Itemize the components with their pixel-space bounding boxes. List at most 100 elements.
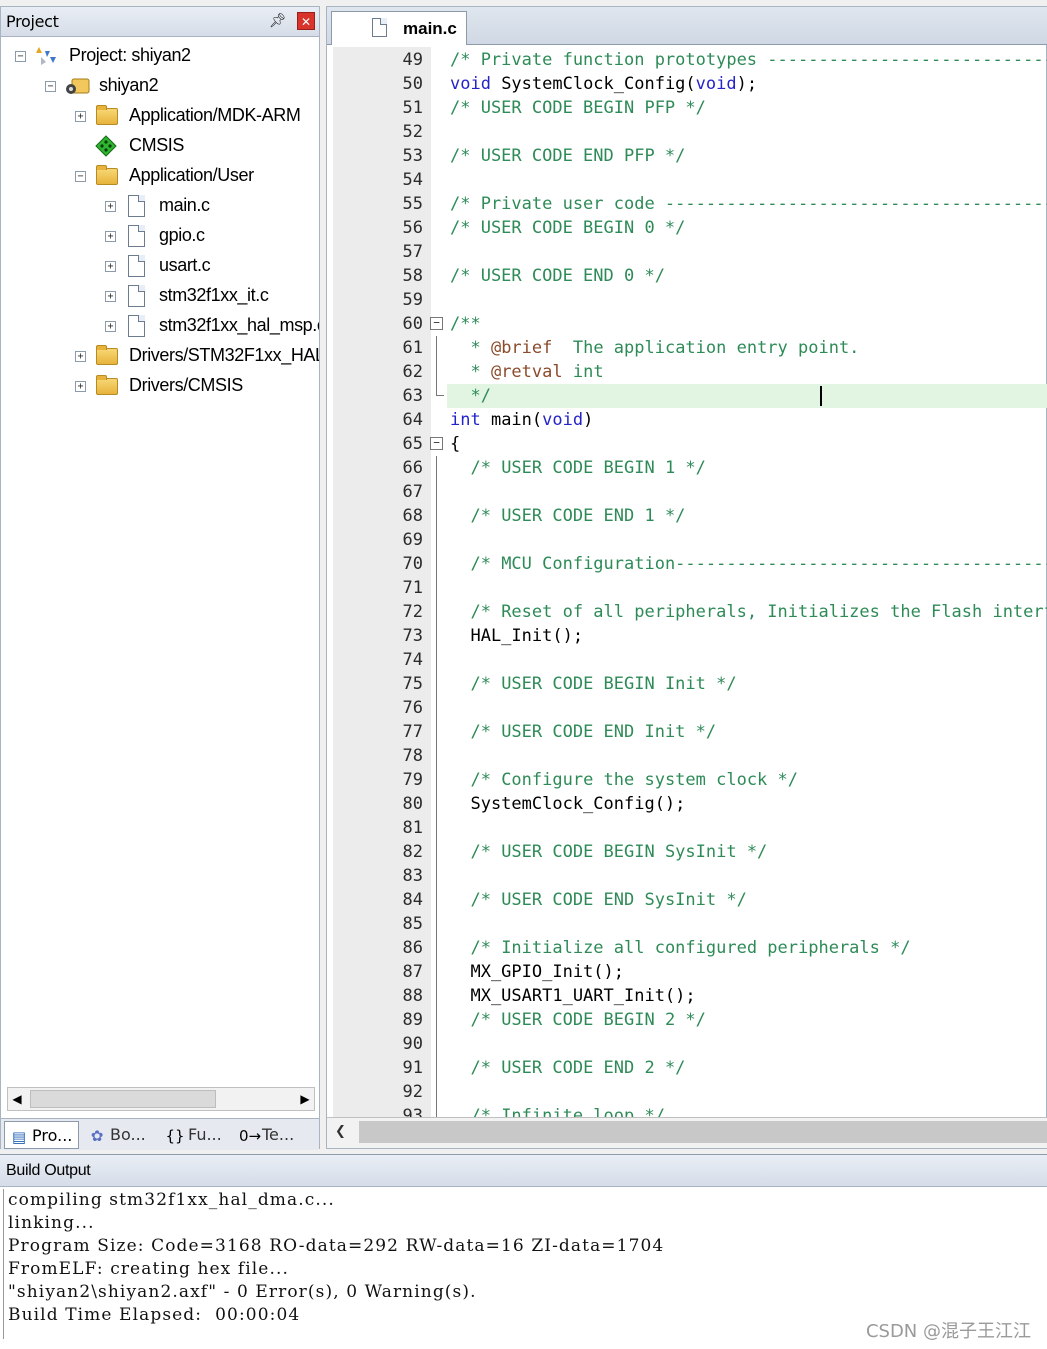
code-line[interactable]: 59 xyxy=(327,288,1047,312)
code-line[interactable]: 80 SystemClock_Config(); xyxy=(327,792,1047,816)
code-line[interactable]: 66 /* USER CODE BEGIN 1 */ xyxy=(327,456,1047,480)
code-line[interactable]: 62 * @retval int xyxy=(327,360,1047,384)
expand-icon[interactable]: + xyxy=(105,201,116,212)
expand-icon[interactable]: + xyxy=(75,111,86,122)
code-line[interactable]: 57 xyxy=(327,240,1047,264)
expand-icon[interactable]: + xyxy=(105,261,116,272)
code-text: { xyxy=(450,434,461,454)
tree-item[interactable]: + Drivers/CMSIS xyxy=(1,372,319,402)
scroll-right-arrow-icon[interactable]: ▶ xyxy=(296,1088,314,1110)
expand-icon[interactable]: + xyxy=(75,381,86,392)
fold-collapse-icon[interactable]: − xyxy=(430,317,443,330)
code-line[interactable]: 77 /* USER CODE END Init */ xyxy=(327,720,1047,744)
editor-scroll-thumb[interactable] xyxy=(359,1121,1047,1143)
pin-icon[interactable]: 📌︎ xyxy=(269,13,287,29)
tree-item[interactable]: + Drivers/STM32F1xx_HAL_Driver xyxy=(1,342,319,372)
tree-item[interactable]: − Application/User xyxy=(1,162,319,192)
line-number: 58 xyxy=(402,266,423,286)
tree-item-label: gpio.c xyxy=(159,225,205,245)
code-line[interactable]: 74 xyxy=(327,648,1047,672)
code-line[interactable]: 84 /* USER CODE END SysInit */ xyxy=(327,888,1047,912)
code-line[interactable]: 70 /* MCU Configuration-----------------… xyxy=(327,552,1047,576)
expand-icon[interactable]: + xyxy=(105,291,116,302)
code-line[interactable]: 51 /* USER CODE BEGIN PFP */ xyxy=(327,96,1047,120)
code-text: /* USER CODE BEGIN 0 */ xyxy=(450,218,686,238)
code-line[interactable]: 83 xyxy=(327,864,1047,888)
tree-item[interactable]: CMSIS xyxy=(1,132,319,162)
code-line[interactable]: 60 /** − xyxy=(327,312,1047,336)
project-horizontal-scrollbar[interactable]: ◀ ▶ xyxy=(7,1087,315,1111)
fold-collapse-icon[interactable]: − xyxy=(430,437,443,450)
tab-books[interactable]: ✿ Bo... xyxy=(83,1121,146,1149)
tab-project[interactable]: ▤ Pro... xyxy=(4,1121,79,1149)
fold-line xyxy=(436,1080,437,1104)
code-line[interactable]: 68 /* USER CODE END 1 */ xyxy=(327,504,1047,528)
code-line[interactable]: 54 xyxy=(327,168,1047,192)
tree-item[interactable]: − Project: shiyan2 xyxy=(1,42,319,72)
tree-item[interactable]: + main.c xyxy=(1,192,319,222)
tab-main-c[interactable]: main.c xyxy=(331,11,467,45)
code-editor[interactable]: 49 /* Private function prototypes -------… xyxy=(327,47,1047,1117)
line-number: 61 xyxy=(402,338,423,358)
code-line[interactable]: 79 /* Configure the system clock */ xyxy=(327,768,1047,792)
tree-item[interactable]: − shiyan2 xyxy=(1,72,319,102)
code-line[interactable]: 76 xyxy=(327,696,1047,720)
code-line[interactable]: 49 /* Private function prototypes -------… xyxy=(327,48,1047,72)
code-line[interactable]: 52 xyxy=(327,120,1047,144)
editor-tab-bar: main.c xyxy=(327,7,1047,45)
collapse-icon[interactable]: − xyxy=(15,51,26,62)
code-line[interactable]: 78 xyxy=(327,744,1047,768)
expand-icon[interactable]: + xyxy=(105,231,116,242)
scroll-left-arrow-icon[interactable]: ◀ xyxy=(8,1088,26,1110)
tree-item[interactable]: + gpio.c xyxy=(1,222,319,252)
tab-templates[interactable]: 0→Te... xyxy=(235,1121,294,1149)
code-line[interactable]: 91 /* USER CODE END 2 */ xyxy=(327,1056,1047,1080)
collapse-icon[interactable]: − xyxy=(45,81,56,92)
expand-icon[interactable]: + xyxy=(75,351,86,362)
fold-line xyxy=(436,768,437,792)
code-line[interactable]: 61 * @brief The application entry point. xyxy=(327,336,1047,360)
editor-horizontal-scrollbar[interactable]: ❮ xyxy=(327,1117,1047,1148)
tree-item[interactable]: + stm32f1xx_hal_msp.c xyxy=(1,312,319,342)
tab-functions[interactable]: {} Fu... xyxy=(161,1121,221,1149)
line-number: 70 xyxy=(402,554,423,574)
scroll-left-arrow-icon[interactable]: ❮ xyxy=(335,1124,346,1139)
code-line[interactable]: 92 xyxy=(327,1080,1047,1104)
code-line[interactable]: 93 /* Infinite loop */ xyxy=(327,1104,1047,1117)
collapse-icon[interactable]: − xyxy=(75,171,86,182)
tree-item[interactable]: + usart.c xyxy=(1,252,319,282)
code-line[interactable]: 90 xyxy=(327,1032,1047,1056)
code-line[interactable]: 50 void SystemClock_Config(void); xyxy=(327,72,1047,96)
code-line[interactable]: 63 */ xyxy=(327,384,1047,408)
code-line[interactable]: 69 xyxy=(327,528,1047,552)
close-icon[interactable]: ✕ xyxy=(297,12,315,30)
code-line[interactable]: 71 xyxy=(327,576,1047,600)
line-number: 57 xyxy=(402,242,423,262)
tree-item[interactable]: + stm32f1xx_it.c xyxy=(1,282,319,312)
code-text: /* USER CODE BEGIN SysInit */ xyxy=(470,842,768,862)
code-line[interactable]: 72 /* Reset of all peripherals, Initiali… xyxy=(327,600,1047,624)
code-line[interactable]: 82 /* USER CODE BEGIN SysInit */ xyxy=(327,840,1047,864)
code-line[interactable]: 67 xyxy=(327,480,1047,504)
code-line[interactable]: 55 /* Private user code -----------------… xyxy=(327,192,1047,216)
scroll-thumb[interactable] xyxy=(30,1090,216,1108)
tree-item[interactable]: + Application/MDK-ARM xyxy=(1,102,319,132)
code-line[interactable]: 64 int main(void) xyxy=(327,408,1047,432)
code-line[interactable]: 73 HAL_Init(); xyxy=(327,624,1047,648)
file-icon xyxy=(372,18,387,37)
code-line[interactable]: 88 MX_USART1_UART_Init(); xyxy=(327,984,1047,1008)
code-line[interactable]: 58 /* USER CODE END 0 */ xyxy=(327,264,1047,288)
code-line[interactable]: 65 {− xyxy=(327,432,1047,456)
code-line[interactable]: 75 /* USER CODE BEGIN Init */ xyxy=(327,672,1047,696)
line-number: 78 xyxy=(402,746,423,766)
expand-icon[interactable]: + xyxy=(105,321,116,332)
code-line[interactable]: 56 /* USER CODE BEGIN 0 */ xyxy=(327,216,1047,240)
code-line[interactable]: 89 /* USER CODE BEGIN 2 */ xyxy=(327,1008,1047,1032)
code-line[interactable]: 86 /* Initialize all configured peripher… xyxy=(327,936,1047,960)
line-number: 65 xyxy=(402,434,423,454)
code-line[interactable]: 53 /* USER CODE END PFP */ xyxy=(327,144,1047,168)
code-line[interactable]: 85 xyxy=(327,912,1047,936)
fold-line xyxy=(436,624,437,648)
code-line[interactable]: 87 MX_GPIO_Init(); xyxy=(327,960,1047,984)
code-line[interactable]: 81 xyxy=(327,816,1047,840)
